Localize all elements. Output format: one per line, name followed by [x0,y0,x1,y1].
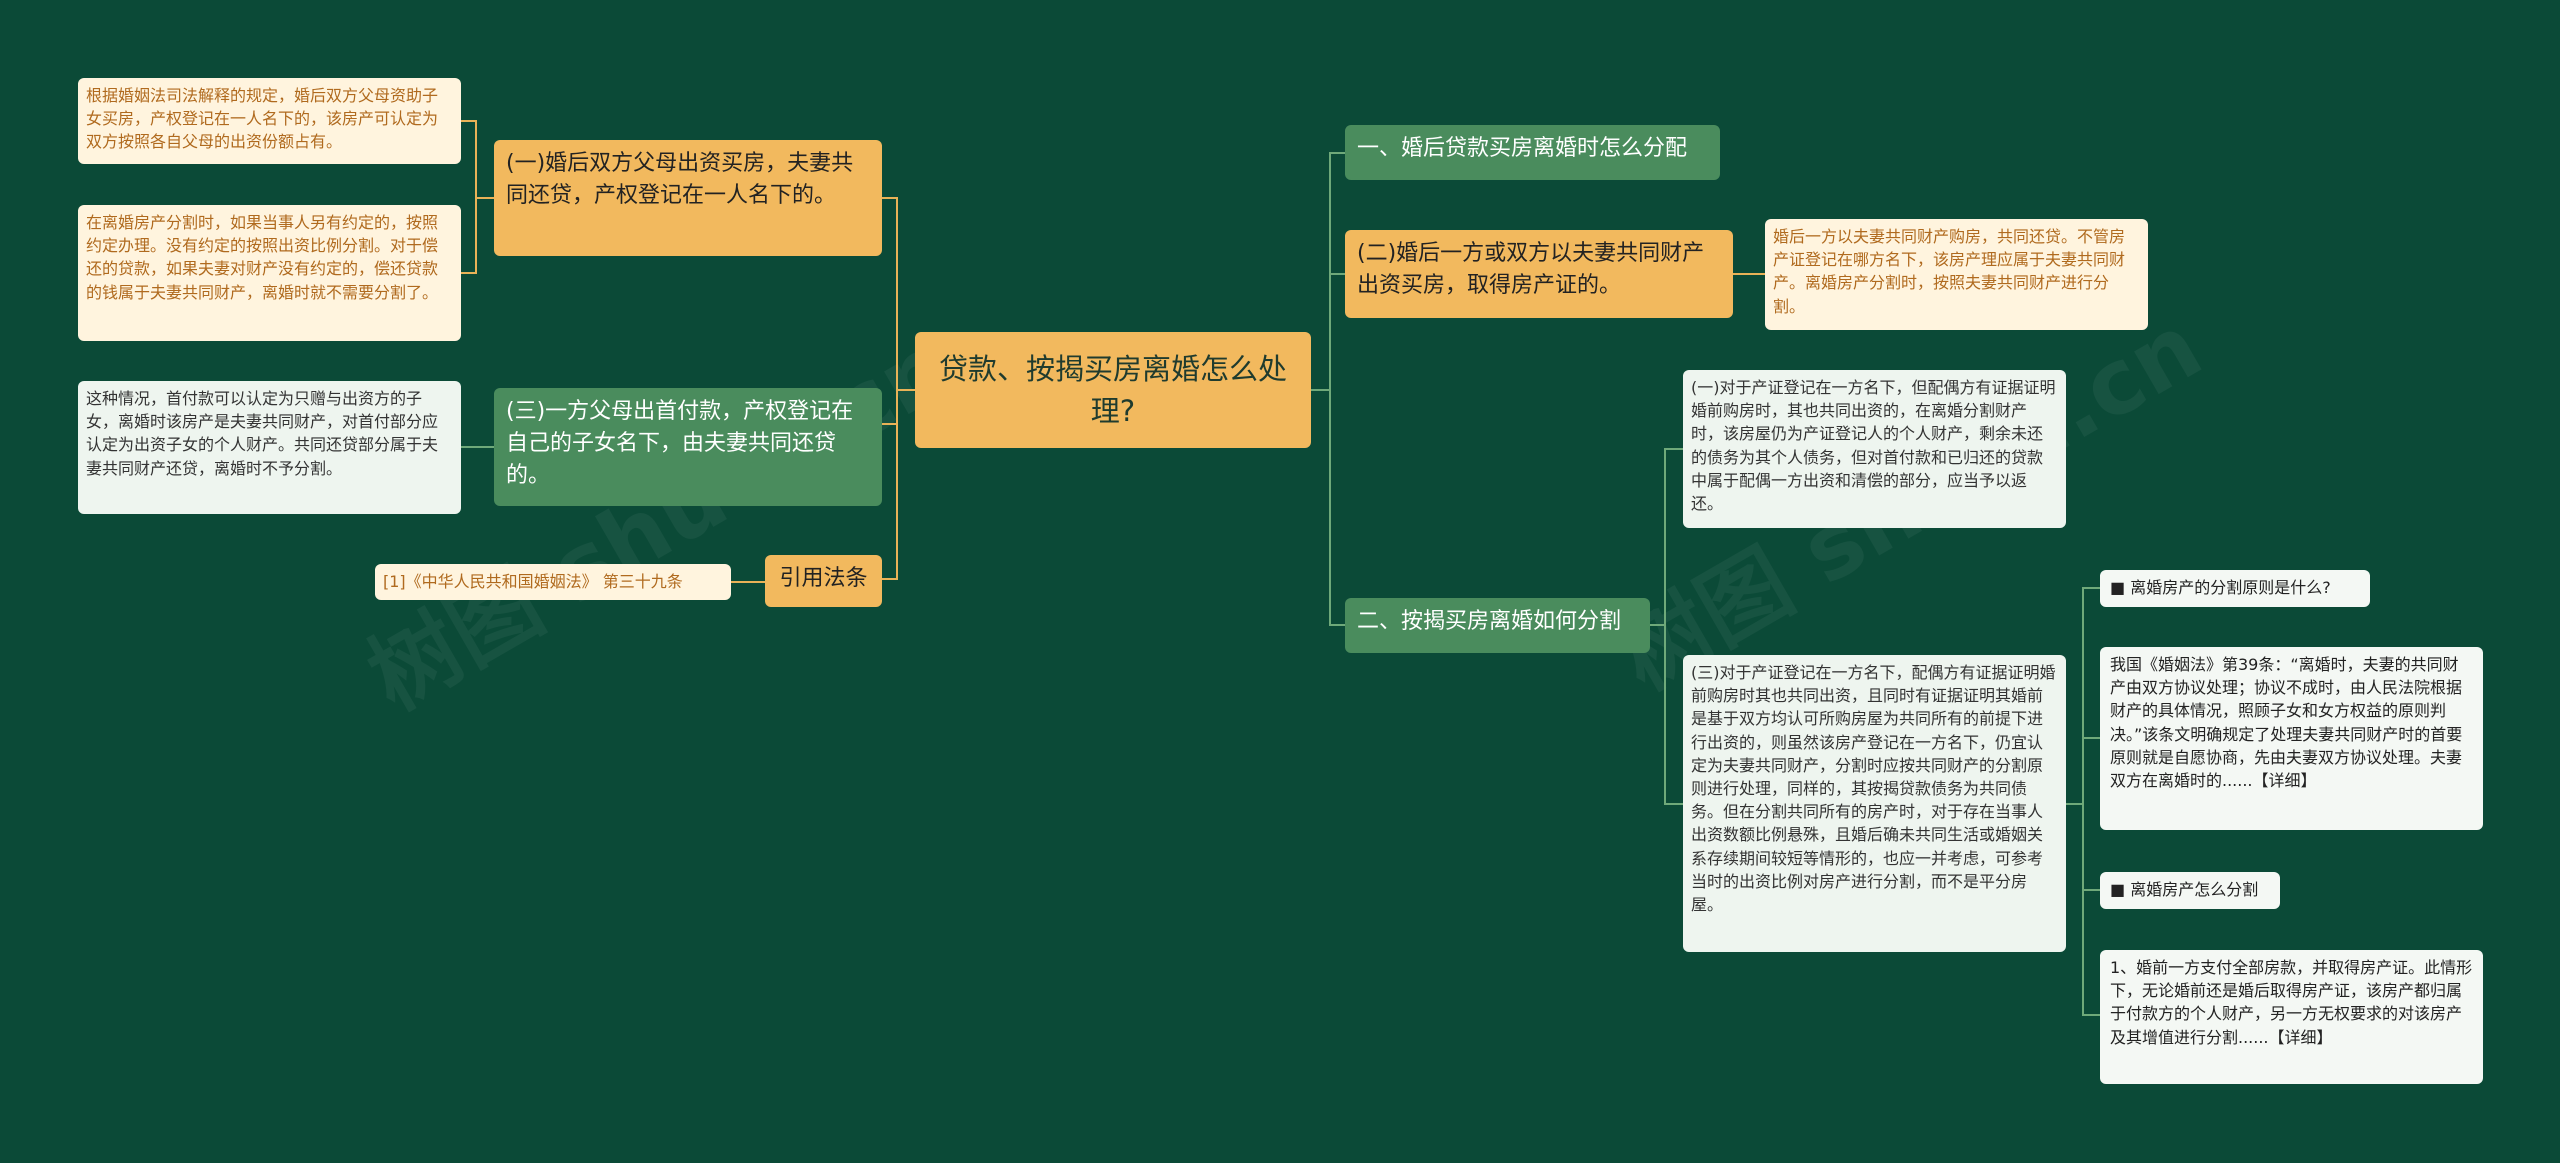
question-text: ■ 离婚房产怎么分割 [2110,880,2259,899]
question-text: ■ 离婚房产的分割原则是什么? [2110,578,2331,597]
cite-text: [1]《中华人民共和国婚姻法》 第三十九条 [383,572,683,591]
sub-one-party-title-refund[interactable]: (一)对于产证登记在一方名下，但配偶方有证据证明婚前购房时，其也共同出资的，在离… [1683,370,2066,528]
branch-joint-property-purchase[interactable]: (二)婚后一方或双方以夫妻共同财产出资买房，取得房产证的。 [1345,230,1733,318]
branch-parents-fund-purchase[interactable]: (一)婚后双方父母出资买房，夫妻共同还贷，产权登记在一人名下的。 [494,140,882,256]
branch-label: 引用法条 [779,566,868,591]
leaf-text: 这种情况，首付款可以认定为只赠与出资方的子女，离婚时该房产是夫妻共同财产，对首付… [86,389,439,478]
question-how-to-divide[interactable]: ■ 离婚房产怎么分割 [2100,872,2280,909]
branch-label: (一)婚后双方父母出资买房，夫妻共同还贷，产权登记在一人名下的。 [506,151,854,208]
answer-division-principle[interactable]: 我国《婚姻法》第39条：“离婚时，夫妻的共同财产由双方协议处理；协议不成时，由人… [2100,647,2483,830]
leaf-down-payment-gift[interactable]: 这种情况，首付款可以认定为只赠与出资方的子女，离婚时该房产是夫妻共同财产，对首付… [78,381,461,514]
root-topic[interactable]: 贷款、按揭买房离婚怎么处理? [915,332,1311,448]
cite-marriage-law-article-39[interactable]: [1]《中华人民共和国婚姻法》 第三十九条 [375,564,731,600]
branch-label: 二、按揭买房离婚如何分割 [1357,609,1622,634]
branch-label: (二)婚后一方或双方以夫妻共同财产出资买房，取得房产证的。 [1357,241,1705,298]
root-topic-label: 贷款、按揭买房离婚怎么处理? [938,351,1287,428]
answer-how-to-divide[interactable]: 1、婚前一方支付全部房款，并取得房产证。此情形下，无论婚前还是婚后取得房产证，该… [2100,950,2483,1084]
branch-cited-law[interactable]: 引用法条 [765,555,882,607]
branch-mortgage-division[interactable]: 二、按揭买房离婚如何分割 [1345,598,1650,653]
branch-post-marriage-loan-distribution[interactable]: 一、婚后贷款买房离婚时怎么分配 [1345,125,1720,180]
leaf-text: 根据婚姻法司法解释的规定，婚后双方父母资助子女买房，产权登记在一人名下的，该房产… [86,86,439,152]
leaf-text: (三)对于产证登记在一方名下，配偶方有证据证明婚前购房时其也共同出资，且同时有证… [1691,663,2056,914]
question-division-principle[interactable]: ■ 离婚房产的分割原则是什么? [2100,570,2370,607]
leaf-joint-property-division[interactable]: 婚后一方以夫妻共同财产购房，共同还贷。不管房产证登记在哪方名下，该房产理应属于夫… [1765,219,2148,330]
leaf-text: 在离婚房产分割时，如果当事人另有约定的，按照约定办理。没有约定的按照出资比例分割… [86,213,439,302]
branch-label: (三)一方父母出首付款，产权登记在自己的子女名下，由夫妻共同还贷的。 [506,399,854,488]
sub-joint-contribution-proof[interactable]: (三)对于产证登记在一方名下，配偶方有证据证明婚前购房时其也共同出资，且同时有证… [1683,655,2066,952]
leaf-property-division-agreement[interactable]: 在离婚房产分割时，如果当事人另有约定的，按照约定办理。没有约定的按照出资比例分割… [78,205,461,341]
leaf-text: (一)对于产证登记在一方名下，但配偶方有证据证明婚前购房时，其也共同出资的，在离… [1691,378,2056,513]
branch-label: 一、婚后贷款买房离婚时怎么分配 [1357,136,1688,161]
answer-text: 1、婚前一方支付全部房款，并取得房产证。此情形下，无论婚前还是婚后取得房产证，该… [2110,958,2473,1047]
leaf-text: 婚后一方以夫妻共同财产购房，共同还贷。不管房产证登记在哪方名下，该房产理应属于夫… [1773,227,2126,316]
leaf-judicial-interpretation[interactable]: 根据婚姻法司法解释的规定，婚后双方父母资助子女买房，产权登记在一人名下的，该房产… [78,78,461,164]
answer-text: 我国《婚姻法》第39条：“离婚时，夫妻的共同财产由双方协议处理；协议不成时，由人… [2110,655,2463,790]
branch-one-parent-down-payment[interactable]: (三)一方父母出首付款，产权登记在自己的子女名下，由夫妻共同还贷的。 [494,388,882,506]
mindmap-canvas: 树图 shutu.cn 树图 shutu.cn 贷款、按揭买房离婚怎么处理? (… [0,0,2560,1163]
